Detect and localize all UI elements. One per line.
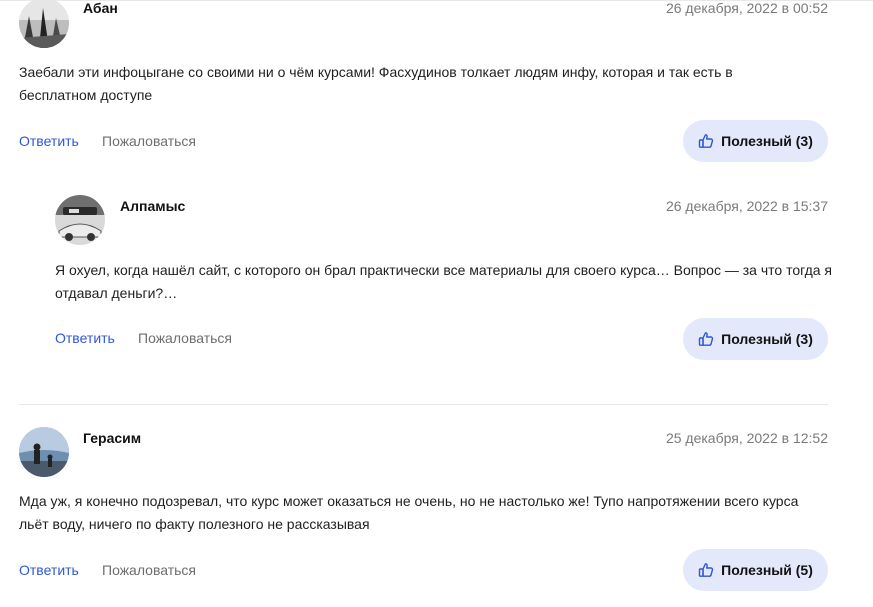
report-button[interactable]: Пожаловаться xyxy=(102,133,196,149)
useful-button[interactable]: Полезный (3) xyxy=(683,318,828,360)
useful-label: Полезный (3) xyxy=(721,331,813,347)
avatar[interactable] xyxy=(19,0,69,48)
author-name[interactable]: Алпамыс xyxy=(120,198,185,214)
useful-label: Полезный (3) xyxy=(721,133,813,149)
thumbs-up-icon xyxy=(698,562,714,578)
avatar[interactable] xyxy=(19,427,69,477)
thumbs-up-icon xyxy=(698,331,714,347)
comment-date: 25 декабря, 2022 в 12:52 xyxy=(665,430,828,446)
reply-button[interactable]: Ответить xyxy=(19,133,79,149)
report-button[interactable]: Пожаловаться xyxy=(138,330,232,346)
report-button[interactable]: Пожаловаться xyxy=(102,562,196,578)
useful-button[interactable]: Полезный (3) xyxy=(683,120,828,162)
comment-text: Заебали эти инфоцыгане со своими ни о чё… xyxy=(19,64,733,103)
reply-button[interactable]: Ответить xyxy=(55,330,115,346)
reply-button[interactable]: Ответить xyxy=(19,562,79,578)
comment-date: 26 декабря, 2022 в 15:37 xyxy=(665,198,828,214)
comment-date: 26 декабря, 2022 в 00:52 xyxy=(665,0,828,16)
comment-text: Мда уж, я конечно подозревал, что курс м… xyxy=(19,493,799,532)
comments-page: Абан 26 декабря, 2022 в 00:52 Заебали эт… xyxy=(0,0,873,607)
useful-button[interactable]: Полезный (5) xyxy=(683,549,828,591)
useful-label: Полезный (5) xyxy=(721,562,813,578)
avatar[interactable] xyxy=(55,195,105,245)
thumbs-up-icon xyxy=(698,133,714,149)
comment-text: Я охуел, когда нашёл сайт, с которого он… xyxy=(55,262,833,301)
author-name[interactable]: Абан xyxy=(83,0,118,16)
comment-divider xyxy=(19,404,828,405)
author-name[interactable]: Герасим xyxy=(83,430,141,446)
